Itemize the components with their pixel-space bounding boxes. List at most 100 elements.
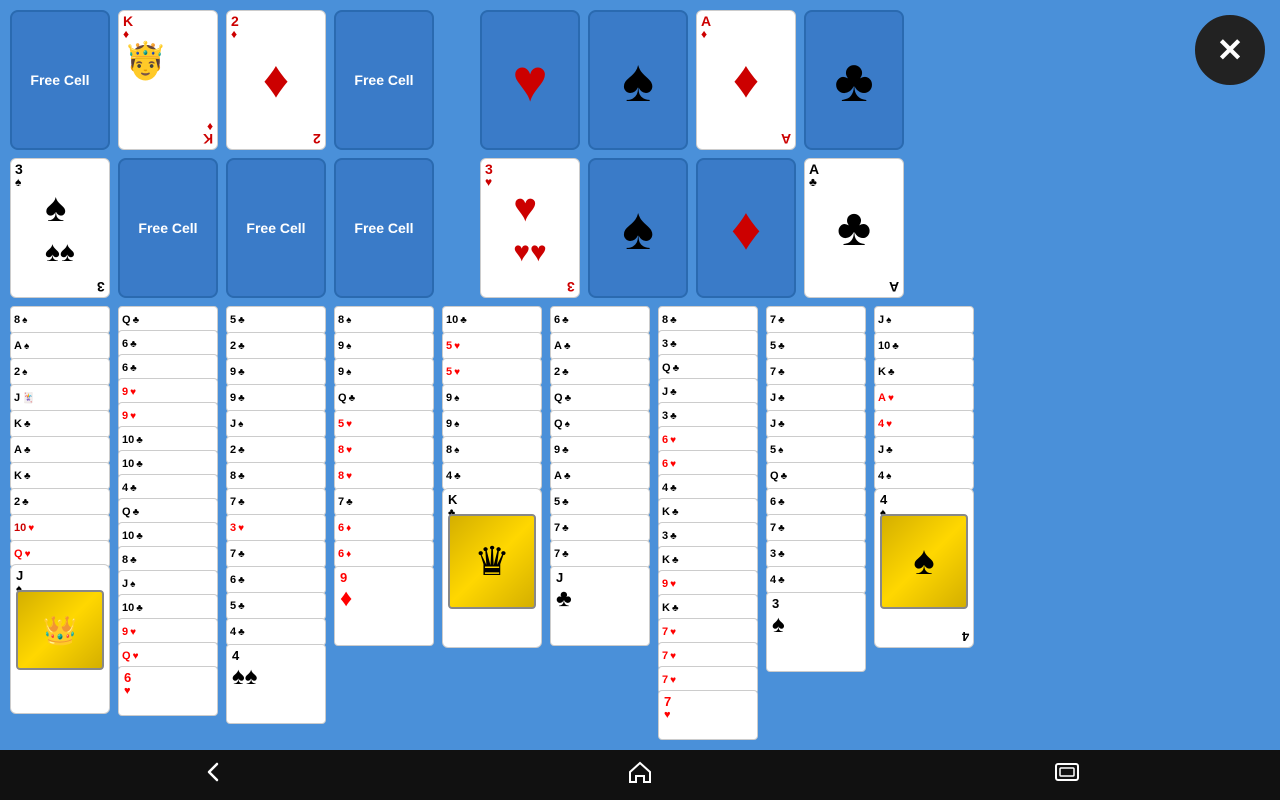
col1-card8[interactable]: 2♣ [10,488,110,516]
col6-card7[interactable]: A♣ [550,462,650,490]
col8-card7[interactable]: Q♣ [766,462,866,490]
col3-card7[interactable]: 8♣ [226,462,326,490]
col6-card4[interactable]: Q♣ [550,384,650,412]
foundation-clubs[interactable]: ♣ [804,10,904,150]
card-2-diamonds[interactable]: 2 ♦ ♦ 2 [226,10,326,150]
col5-card5[interactable]: 9♠ [442,410,542,438]
col6-card9[interactable]: 7♣ [550,514,650,542]
col4-card5[interactable]: 5♥ [334,410,434,438]
free-cell-3[interactable]: Free Cell [118,158,218,298]
column-5[interactable]: 10♣ 5♥ 5♥ 9♠ 9♠ 8♠ 4♣ K ♣ ♛ [442,306,542,686]
col1-card5[interactable]: K♣ [10,410,110,438]
col4-card6[interactable]: 8♥ [334,436,434,464]
col3-card8[interactable]: 7♣ [226,488,326,516]
col9-card3[interactable]: K♣ [874,358,974,386]
col3-card11[interactable]: 6♣ [226,566,326,594]
col9-card1[interactable]: J♠ [874,306,974,334]
col1-card7[interactable]: K♣ [10,462,110,490]
recents-button[interactable] [1053,761,1081,789]
back-button[interactable] [199,758,227,792]
col3-bottom-card[interactable]: 4 ♠♠ [226,644,326,724]
free-cell-5[interactable]: Free Cell [334,158,434,298]
foundation-spades[interactable]: ♠ [588,10,688,150]
col1-card1[interactable]: 8♠ [10,306,110,334]
free-cell-1[interactable]: Free Cell [10,10,110,150]
col4-card9[interactable]: 6♦ [334,514,434,542]
col5-card6[interactable]: 8♠ [442,436,542,464]
col1-bottom-card[interactable]: J ♠ 👑 [10,564,110,714]
col9-card6[interactable]: J♣ [874,436,974,464]
column-4[interactable]: 8♠ 9♠ 9♠ Q♣ 5♥ 8♥ 8♥ 7♣ 6♦ 6♦ 9 ♦ [334,306,434,706]
col4-card7[interactable]: 8♥ [334,462,434,490]
foundation-diamonds[interactable]: A ♦ ♦ A [696,10,796,150]
column-1[interactable]: 8♠ A♠ 2♠ J🃏 K♣ A♣ K♣ 2♣ 10♥ Q♥ J ♠ 👑 [10,306,110,706]
col8-card2[interactable]: 5♣ [766,332,866,360]
column-6[interactable]: 6♣ A♣ 2♣ Q♣ Q♠ 9♣ A♣ 5♣ 7♣ 7♣ J ♣ [550,306,650,706]
col8-card8[interactable]: 6♣ [766,488,866,516]
col1-card3[interactable]: 2♠ [10,358,110,386]
card-3-spades[interactable]: 3 ♠ ♠♠♠ 3 [10,158,110,298]
col5-card4[interactable]: 9♠ [442,384,542,412]
col6-card5[interactable]: Q♠ [550,410,650,438]
col6-card1[interactable]: 6♣ [550,306,650,334]
col3-card12[interactable]: 5♣ [226,592,326,620]
col3-card13[interactable]: 4♣ [226,618,326,646]
free-cell-2[interactable]: Free Cell [334,10,434,150]
col3-card2[interactable]: 2♣ [226,332,326,360]
col5-card1[interactable]: 10♣ [442,306,542,334]
home-button[interactable] [626,758,654,792]
col4-card2[interactable]: 9♠ [334,332,434,360]
col8-card4[interactable]: J♣ [766,384,866,412]
col8-card1[interactable]: 7♣ [766,306,866,334]
col5-bottom-card[interactable]: K ♣ ♛ [442,488,542,648]
col1-card2[interactable]: A♠ [10,332,110,360]
col6-bottom-card[interactable]: J ♣ [550,566,650,646]
column-7[interactable]: 8♣ 3♣ Q♣ J♣ 3♣ 6♥ 6♥ 4♣ K♣ 3♣ K♣ 9♥ K♣ 7… [658,306,758,776]
col8-bottom-card[interactable]: 3 ♠ [766,592,866,672]
free-cell-4[interactable]: Free Cell [226,158,326,298]
close-button[interactable]: ✕ [1195,15,1265,85]
col3-card9[interactable]: 3♥ [226,514,326,542]
col9-card7[interactable]: 4♠ [874,462,974,490]
col5-card7[interactable]: 4♣ [442,462,542,490]
col1-card4[interactable]: J🃏 [10,384,110,412]
col3-card6[interactable]: 2♣ [226,436,326,464]
col6-card2[interactable]: A♣ [550,332,650,360]
col6-card10[interactable]: 7♣ [550,540,650,568]
column-9[interactable]: J♠ 10♣ K♣ A♥ 4♥ J♣ 4♠ 4 ♠ ♠ 4 [874,306,974,706]
col8-card10[interactable]: 3♣ [766,540,866,568]
col9-card2[interactable]: 10♣ [874,332,974,360]
col8-card6[interactable]: 5♠ [766,436,866,464]
col3-card5[interactable]: J♠ [226,410,326,438]
card-3-hearts[interactable]: 3 ♥ ♥♥♥ 3 [480,158,580,298]
col6-card3[interactable]: 2♣ [550,358,650,386]
col7-bottom-card[interactable]: 7 ♥ [658,690,758,740]
col9-card4[interactable]: A♥ [874,384,974,412]
col4-bottom-card[interactable]: 9 ♦ [334,566,434,646]
col3-card3[interactable]: 9♣ [226,358,326,386]
col4-card4[interactable]: Q♣ [334,384,434,412]
second-foundation-diamonds[interactable]: ♦ [696,158,796,298]
col1-card6[interactable]: A♣ [10,436,110,464]
column-3[interactable]: 5♣ 2♣ 9♣ 9♣ J♠ 2♣ 8♣ 7♣ 3♥ 7♣ 6♣ 5♣ 4♣ 4… [226,306,326,726]
col4-card10[interactable]: 6♦ [334,540,434,568]
col1-card9[interactable]: 10♥ [10,514,110,542]
col8-card3[interactable]: 7♣ [766,358,866,386]
card-ace-clubs[interactable]: A ♣ ♣ A [804,158,904,298]
col4-card8[interactable]: 7♣ [334,488,434,516]
col3-card1[interactable]: 5♣ [226,306,326,334]
col6-card8[interactable]: 5♣ [550,488,650,516]
col4-card1[interactable]: 8♠ [334,306,434,334]
col6-card6[interactable]: 9♣ [550,436,650,464]
col9-card5[interactable]: 4♥ [874,410,974,438]
col9-bottom-card[interactable]: 4 ♠ ♠ 4 [874,488,974,648]
col2-bottom-card[interactable]: 6 ♥ [118,666,218,716]
col5-card3[interactable]: 5♥ [442,358,542,386]
column-8[interactable]: 7♣ 5♣ 7♣ J♣ J♣ 5♠ Q♣ 6♣ 7♣ 3♣ 4♣ 3 ♠ [766,306,866,726]
column-2[interactable]: Q♣ 6♣ 6♣ 9♥ 9♥ 10♣ 10♣ 4♣ Q♣ 10♣ 8♣ J♠ 1… [118,306,218,756]
foundation-hearts[interactable]: ♥ [480,10,580,150]
col8-card5[interactable]: J♣ [766,410,866,438]
col8-card11[interactable]: 4♣ [766,566,866,594]
card-king-diamonds[interactable]: K ♦ 🤴 K ♦ [118,10,218,150]
col4-card3[interactable]: 9♠ [334,358,434,386]
